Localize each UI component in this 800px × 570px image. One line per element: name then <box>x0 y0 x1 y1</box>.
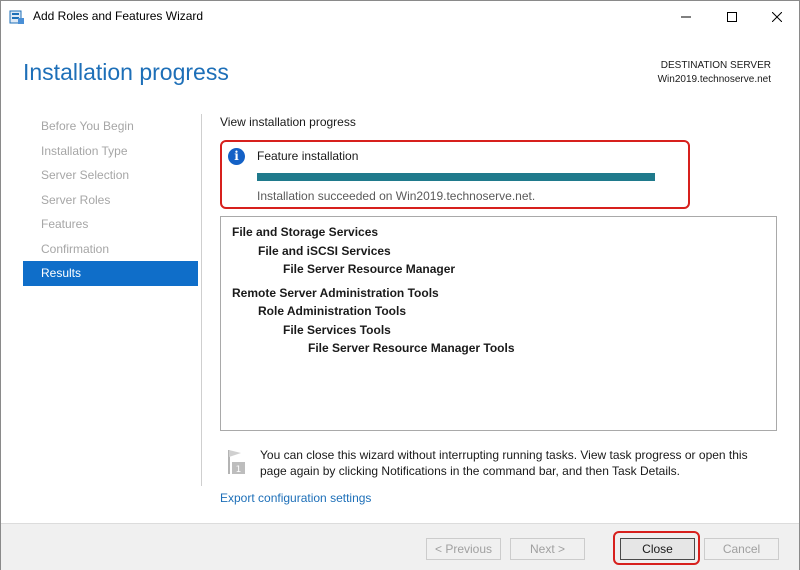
cancel-button[interactable]: Cancel <box>704 538 779 560</box>
nav-item-server-roles: Server Roles <box>41 192 111 207</box>
maximize-icon <box>727 12 737 22</box>
progress-bar <box>257 173 655 181</box>
minimize-button[interactable] <box>663 1 709 33</box>
previous-button[interactable]: < Previous <box>426 538 501 560</box>
list-item: Remote Server Administration Tools <box>232 285 439 300</box>
nav-item-installation-type: Installation Type <box>41 143 128 158</box>
minimize-icon <box>681 16 691 18</box>
destination-server: DESTINATION SERVER Win2019.technoserve.n… <box>658 59 771 87</box>
nav-item-before-you-begin: Before You Begin <box>41 119 134 133</box>
window-title: Add Roles and Features Wizard <box>33 9 204 23</box>
close-note-text: You can close this wizard without interr… <box>260 448 748 478</box>
maximize-button[interactable] <box>709 1 755 33</box>
nav-divider <box>201 114 202 486</box>
page-title: Installation progress <box>23 59 229 85</box>
content-heading: View installation progress <box>220 115 356 129</box>
export-configuration-link[interactable]: Export configuration settings <box>220 491 371 505</box>
title-bar: Add Roles and Features Wizard <box>1 1 799 33</box>
close-window-button[interactable] <box>754 1 800 33</box>
feature-installation-label: Feature installation <box>257 149 359 163</box>
list-item: File and iSCSI Services <box>258 243 391 258</box>
destination-label: DESTINATION SERVER <box>660 60 771 71</box>
destination-server-name: Win2019.technoserve.net <box>657 74 771 85</box>
list-item: File and Storage Services <box>232 225 379 239</box>
nav-item-confirmation: Confirmation <box>41 241 110 256</box>
nav-item-features: Features <box>41 217 89 231</box>
info-icon: i <box>228 148 245 165</box>
nav-item-results[interactable]: Results <box>23 261 198 286</box>
flag-notification-icon: 1 <box>228 450 245 475</box>
wizard-nav: Before You Begin Installation Type Serve… <box>23 114 198 286</box>
success-message: Installation succeeded on Win2019.techno… <box>257 189 536 203</box>
wizard-window: Add Roles and Features Wizard Installati… <box>0 0 800 570</box>
list-item: File Server Resource Manager <box>283 262 456 276</box>
close-button[interactable]: Close <box>620 538 695 560</box>
list-item: Role Administration Tools <box>258 304 407 318</box>
progress-fill <box>257 173 655 181</box>
next-button[interactable]: Next > <box>510 538 585 560</box>
list-item: File Server Resource Manager Tools <box>308 341 515 355</box>
list-item: File Services Tools <box>283 322 391 337</box>
close-icon <box>772 12 782 22</box>
server-manager-icon <box>9 10 24 24</box>
results-list: File and Storage Services File and iSCSI… <box>220 216 777 431</box>
svg-text:1: 1 <box>236 465 242 475</box>
nav-item-server-selection: Server Selection <box>41 168 130 182</box>
